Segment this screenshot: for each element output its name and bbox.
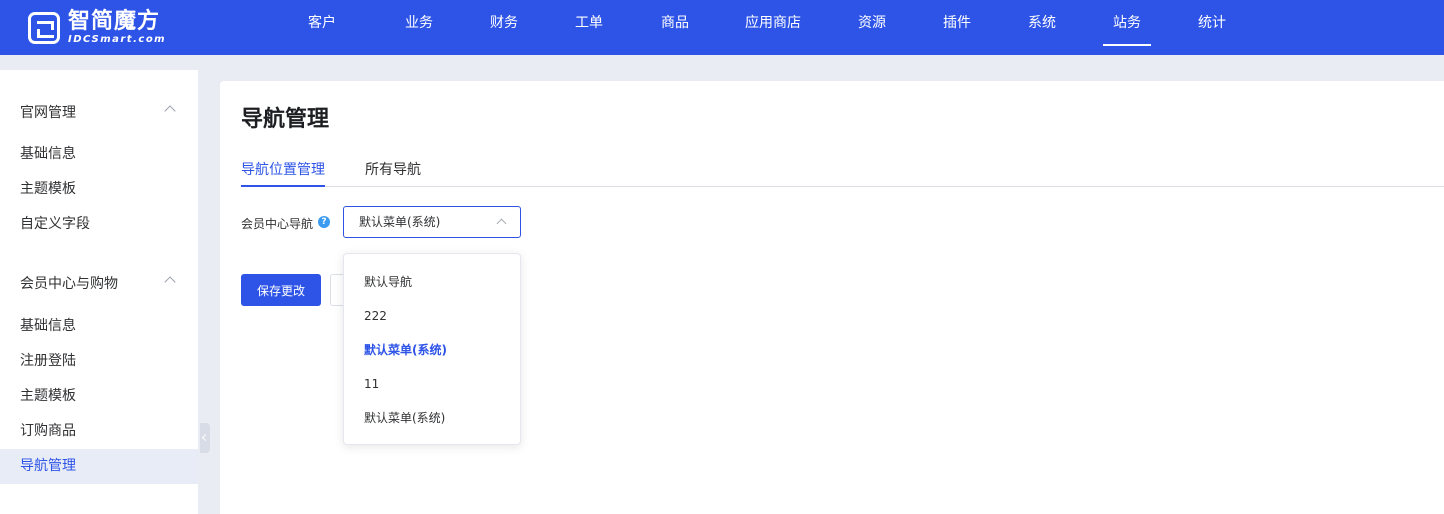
save-button[interactable]: 保存更改: [241, 274, 321, 306]
chevron-up-icon[interactable]: [164, 105, 176, 117]
sidebar-group-website[interactable]: 官网管理: [20, 102, 76, 122]
sidebar-item-member-theme[interactable]: 主题模板: [0, 379, 198, 414]
top-navbar: 智简魔方 IDCSmart.com 客户 业务 财务 工单 商品 应用商店 资源…: [0, 0, 1444, 55]
sidebar-item-register-login[interactable]: 注册登陆: [0, 344, 198, 379]
brand-domain: IDCSmart.com: [68, 34, 167, 45]
sidebar-item-custom-fields[interactable]: 自定义字段: [0, 207, 198, 242]
brand-logo[interactable]: 智简魔方 IDCSmart.com: [28, 8, 166, 48]
nav-resource[interactable]: 资源: [857, 0, 887, 55]
dropdown-option[interactable]: 11: [344, 367, 520, 401]
nav-customer[interactable]: 客户: [308, 0, 336, 55]
member-nav-label: 会员中心导航: [241, 217, 314, 231]
tab-all-nav[interactable]: 所有导航: [365, 159, 421, 179]
nav-business[interactable]: 业务: [404, 0, 434, 55]
dropdown-option[interactable]: 默认菜单(系统): [344, 401, 520, 435]
nav-ticket[interactable]: 工单: [575, 0, 603, 55]
select-dropdown: 默认导航 222 默认菜单(系统) 11 默认菜单(系统): [343, 253, 521, 445]
member-nav-select[interactable]: 默认菜单(系统): [343, 206, 521, 238]
page-title: 导航管理: [241, 107, 330, 132]
nav-system[interactable]: 系统: [1027, 0, 1057, 55]
sidebar-item-member-basic-info[interactable]: 基础信息: [0, 309, 198, 344]
sidebar-collapse-handle[interactable]: [200, 423, 210, 453]
logo-icon: [28, 12, 60, 44]
tab-active-indicator: [241, 185, 325, 187]
help-icon[interactable]: ?: [318, 216, 330, 228]
tab-divider: [241, 186, 1444, 187]
dropdown-option-selected[interactable]: 默认菜单(系统): [344, 333, 520, 367]
sidebar-group-member-center[interactable]: 会员中心与购物: [20, 273, 118, 293]
tab-nav-position[interactable]: 导航位置管理: [241, 159, 325, 179]
sidebar: 官网管理 基础信息 主题模板 自定义字段 会员中心与购物 基础信息 注册登陆 主…: [0, 55, 198, 514]
brand-name: 智简魔方: [68, 9, 161, 34]
select-value: 默认菜单(系统): [359, 215, 441, 229]
sidebar-item-theme-template[interactable]: 主题模板: [0, 172, 198, 207]
sidebar-item-order-products[interactable]: 订购商品: [0, 414, 198, 449]
sidebar-item-basic-info[interactable]: 基础信息: [0, 137, 198, 172]
nav-site-affairs[interactable]: 站务: [1103, 0, 1151, 55]
nav-finance[interactable]: 财务: [490, 0, 518, 55]
chevron-up-icon: [496, 218, 507, 229]
nav-app-store[interactable]: 应用商店: [744, 0, 802, 55]
dropdown-option[interactable]: 默认导航: [344, 265, 520, 299]
nav-product[interactable]: 商品: [660, 0, 690, 55]
nav-statistics[interactable]: 统计: [1197, 0, 1227, 55]
sidebar-item-navigation[interactable]: 导航管理: [0, 449, 198, 484]
dropdown-option[interactable]: 222: [344, 299, 520, 333]
nav-plugin[interactable]: 插件: [943, 0, 971, 55]
chevron-up-icon[interactable]: [164, 276, 176, 288]
